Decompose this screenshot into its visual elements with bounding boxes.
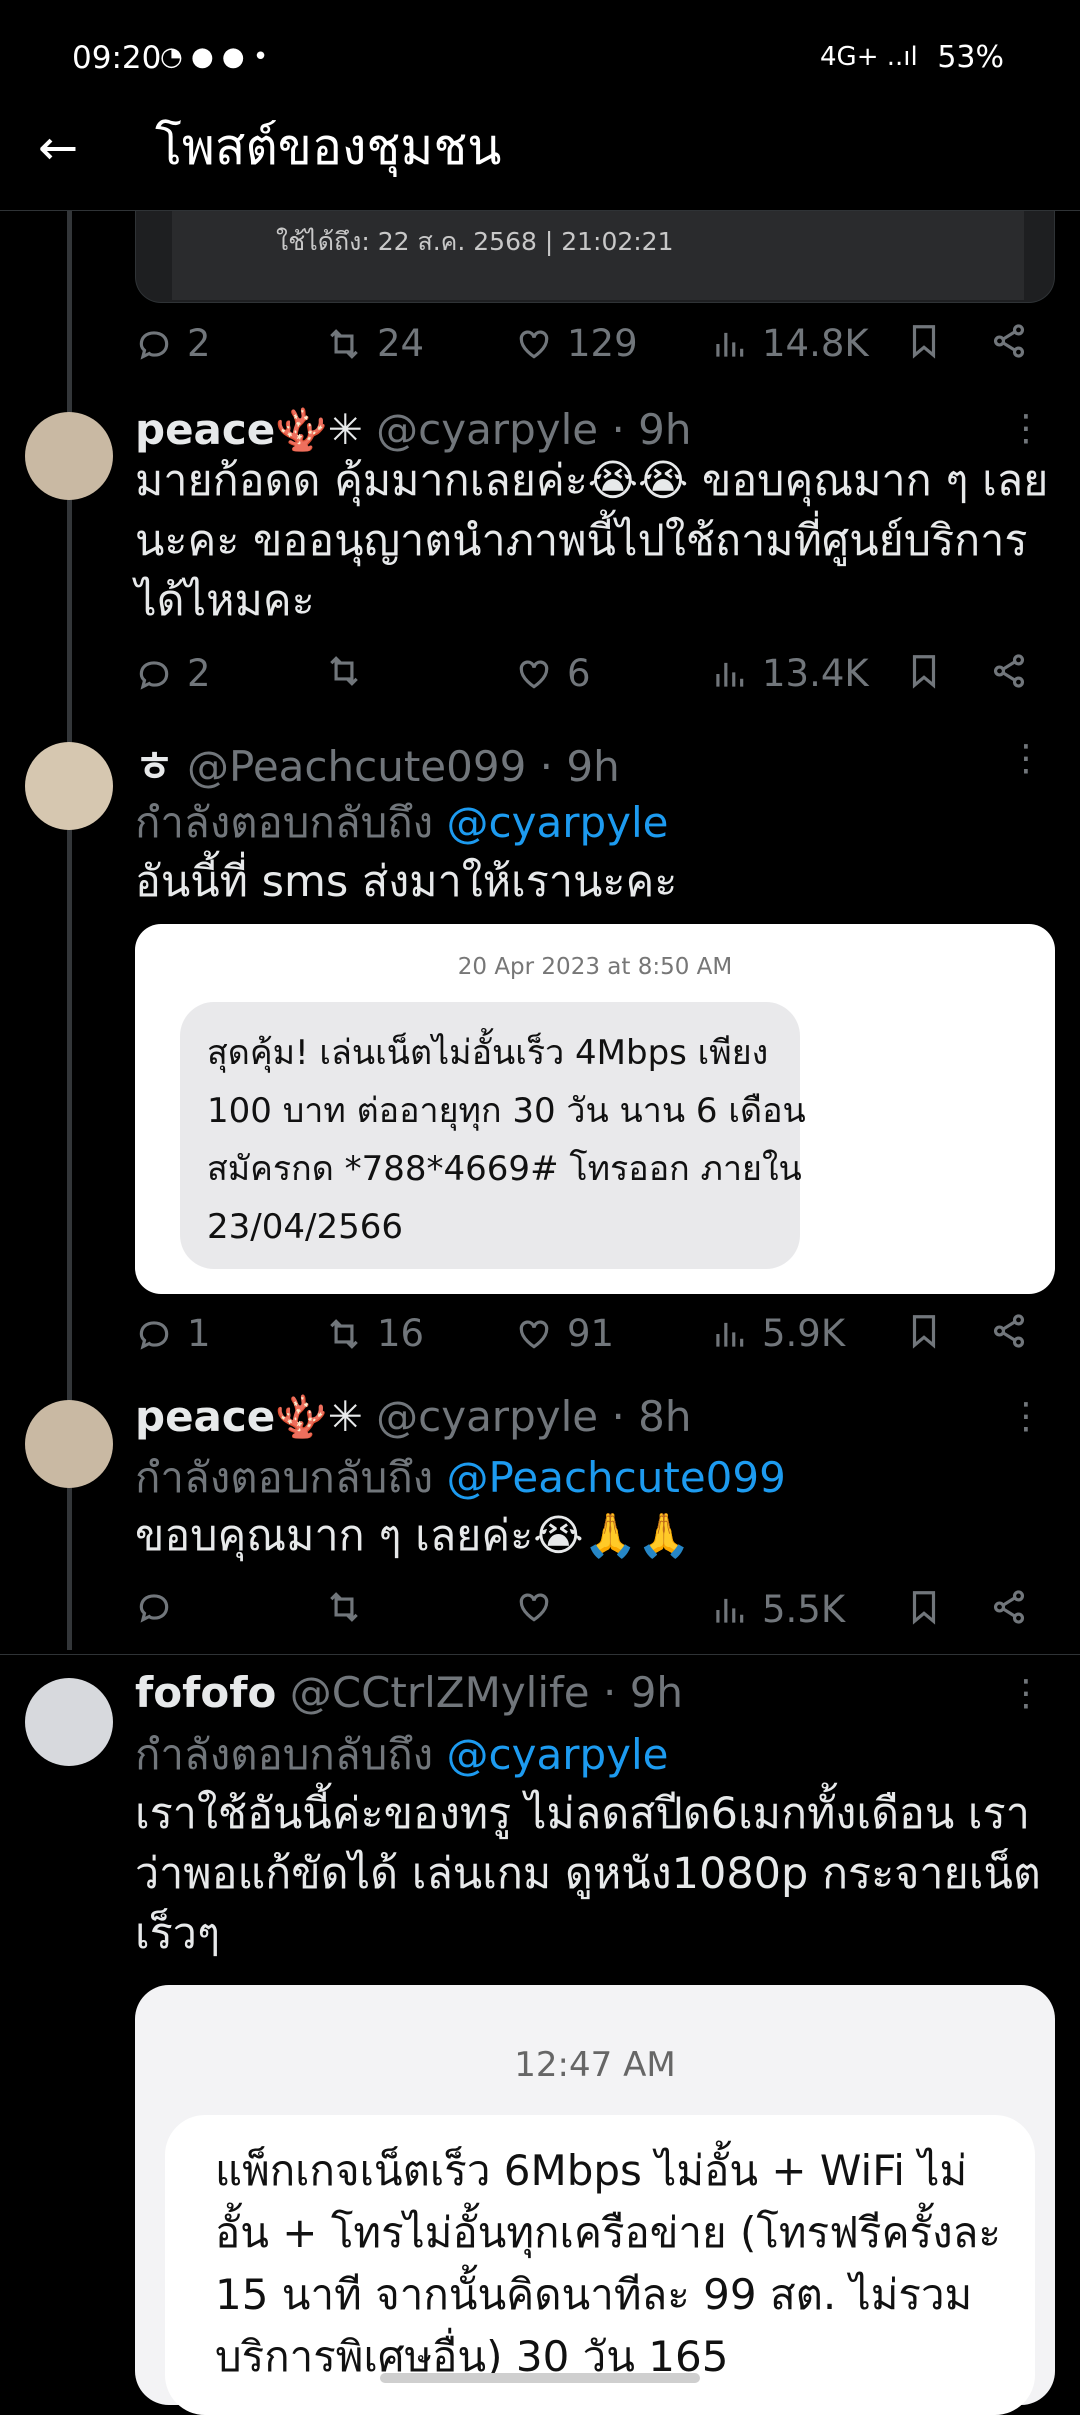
share-button[interactable] [990,652,1028,690]
like-button[interactable] [515,1588,567,1626]
avatar[interactable] [25,1400,113,1488]
repost-button[interactable] [325,652,377,690]
repost-button[interactable]: 24 [325,322,424,365]
bookmark-icon [912,325,936,359]
network-indicator: 4G+ ..ıl [820,42,918,72]
repost-icon [330,656,358,686]
share-button[interactable] [990,1312,1028,1350]
avatar[interactable] [25,1678,113,1766]
tweet-author[interactable]: peace🪸✳ @cyarpyle · 8h [135,1392,692,1442]
heart-icon [519,1593,549,1622]
tweet-body: เราใช้อันนี้ค่ะของทรู ไม่ลดสปีด6เมกทั้งเ… [135,1789,1041,1959]
repost-icon [330,1592,358,1622]
notification-icons: ◔ ● ● • [160,42,269,72]
repost-icon [330,1318,358,1349]
reply-icon [139,660,169,690]
replying-to: กำลังตอบกลับถึง @cyarpyle [135,798,669,847]
reply-icon [139,330,169,360]
page-header: ← โพสต์ของชุมชน [0,100,1080,211]
action-bar: 2 6 13.4K [135,652,1035,712]
bookmark-button[interactable] [905,1588,943,1626]
page-title: โพสต์ของชุมชน [155,118,502,176]
action-bar: 5.5K [135,1588,1035,1648]
like-button[interactable]: 6 [515,652,591,695]
repost-button[interactable]: 16 [325,1312,424,1355]
bookmark-button[interactable] [905,322,943,360]
views-button[interactable]: 5.9K [710,1312,845,1355]
avatar[interactable] [25,742,113,830]
home-indicator[interactable] [380,2373,700,2383]
views-icon [716,332,744,357]
more-options-icon[interactable]: ⋮ [1008,408,1044,449]
tweet-author[interactable]: peace🪸✳ @cyarpyle · 9h [135,405,692,455]
more-options-icon[interactable]: ⋮ [1008,1396,1044,1437]
views-button[interactable]: 5.5K [710,1588,845,1631]
bookmark-icon [912,1591,936,1625]
reply-button[interactable] [135,1588,187,1626]
back-arrow-icon[interactable]: ← [38,120,78,176]
avatar[interactable] [25,412,113,500]
share-icon [993,1314,1025,1348]
views-button[interactable]: 13.4K [710,652,869,695]
quoted-text: ใช้ได้ถึง: 22 ส.ค. 2568 | 21:02:21 [276,227,674,256]
heart-icon [519,1320,549,1349]
reply-icon [139,1594,169,1623]
tweet-author[interactable]: ㅎ @Peachcute099 · 9h [135,733,620,794]
sms-text: แพ็กเกจเน็ตเร็ว 6Mbps ไม่อั้น + WiFi ไม่… [215,2146,1001,2381]
views-icon [716,662,744,687]
more-options-icon[interactable]: ⋮ [1008,1673,1044,1714]
heart-icon [519,660,549,689]
sms-date: 12:47 AM [514,2045,676,2085]
repost-icon [330,328,358,359]
share-button[interactable] [990,322,1028,360]
sms-screenshot-image[interactable]: 12:47 AM แพ็กเกจเน็ตเร็ว 6Mbps ไม่อั้น +… [135,1985,1055,2415]
like-button[interactable]: 129 [515,322,638,365]
battery-level: 53% [937,40,1004,75]
reply-icon [139,1320,169,1350]
divider [0,1654,1080,1655]
mention-link[interactable]: @cyarpyle [447,1730,669,1779]
action-bar: 1 16 91 5.9K [135,1312,1035,1372]
replying-to: กำลังตอบกลับถึง @cyarpyle [135,1730,669,1779]
mention-link[interactable]: @cyarpyle [447,798,669,847]
heart-icon [519,330,549,359]
bookmark-icon [912,655,936,689]
views-icon [716,1322,744,1347]
repost-button[interactable] [325,1588,377,1626]
sms-text: สุดคุ้ม! เล่นเน็ตไม่อั้นเร็ว 4Mbps เพียง… [207,1033,806,1247]
mention-link[interactable]: @Peachcute099 [447,1453,786,1502]
tweet-author[interactable]: fofofo @CCtrlZMylife · 9h [135,1668,683,1717]
share-icon [993,324,1025,358]
like-button[interactable]: 91 [515,1312,614,1355]
sms-screenshot-image[interactable]: 20 Apr 2023 at 8:50 AM สุดคุ้ม! เล่นเน็ต… [135,924,1055,1294]
bookmark-button[interactable] [905,652,943,690]
reply-button[interactable]: 1 [135,1312,211,1355]
tweet-body: มายก้อดด คุ้มมากเลยค่ะ😭😭 ขอบคุณมาก ๆ เลย… [135,456,1049,626]
status-time: 09:20 [72,40,162,76]
reply-button[interactable]: 2 [135,322,211,365]
sms-date: 20 Apr 2023 at 8:50 AM [457,954,733,980]
bookmark-icon [912,1315,936,1349]
share-icon [993,654,1025,688]
share-icon [993,1590,1025,1624]
replying-to: กำลังตอบกลับถึง @Peachcute099 [135,1453,786,1502]
bookmark-button[interactable] [905,1312,943,1350]
share-button[interactable] [990,1588,1028,1626]
tweet-body: ขอบคุณมาก ๆ เลยค่ะ😭🙏🙏 [135,1511,691,1561]
views-icon [716,1598,744,1623]
tweet-body: อันนี้ที่ sms ส่งมาให้เรานะคะ [135,857,678,907]
quoted-post-card[interactable]: ใช้ได้ถึง: 22 ส.ค. 2568 | 21:02:21 [135,200,1055,303]
action-bar: 2 24 129 14.8K [135,322,1035,382]
views-button[interactable]: 14.8K [710,322,869,365]
more-options-icon[interactable]: ⋮ [1008,738,1044,779]
reply-button[interactable]: 2 [135,652,211,695]
